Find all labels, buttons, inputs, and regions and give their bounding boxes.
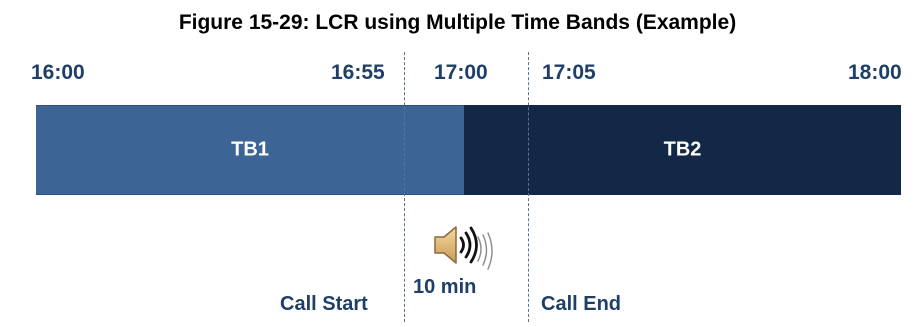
call-start-marker-line [404, 52, 405, 322]
figure-title: Figure 15-29: LCR using Multiple Time Ba… [178, 11, 737, 34]
band-label-tb2: TB2 [663, 138, 702, 161]
call-duration-label: 10 min [413, 276, 477, 298]
call-end-label: Call End [541, 293, 622, 315]
call-start-label: Call Start [280, 293, 368, 315]
time-band-tb2: TB2 [464, 105, 901, 195]
time-label-start: 16:00 [31, 61, 85, 84]
band-label-tb1: TB1 [231, 138, 269, 161]
time-label-call-start: 16:55 [331, 61, 385, 84]
speaker-icon [434, 226, 493, 270]
time-label-call-end: 17:05 [542, 61, 596, 84]
time-band-tb1: TB1 [36, 105, 464, 195]
time-label-band-change: 17:00 [434, 61, 488, 84]
time-label-end: 18:00 [848, 61, 902, 84]
call-end-marker-line [528, 52, 529, 322]
